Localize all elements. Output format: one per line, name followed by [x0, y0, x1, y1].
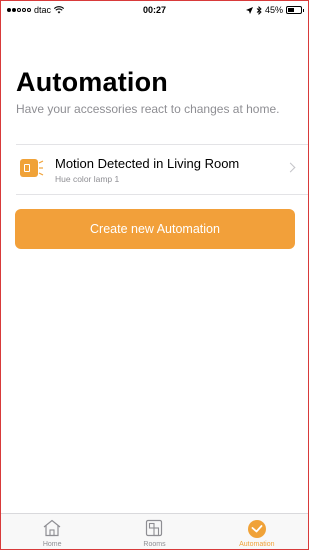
chevron-right-icon	[285, 162, 296, 173]
tab-home-label: Home	[42, 541, 62, 548]
location-arrow-icon	[245, 6, 253, 14]
tab-bar: Home Rooms Automation	[1, 513, 308, 549]
automation-title: Motion Detected in Living Room	[55, 156, 240, 171]
battery-icon	[286, 6, 304, 14]
tab-home[interactable]: Home	[7, 515, 97, 549]
list-divider-bottom	[16, 194, 308, 195]
status-bar: dtac 00:27 45%	[1, 1, 308, 19]
page-title: Automation	[16, 67, 168, 97]
lamp-icon	[20, 159, 38, 177]
create-automation-button[interactable]: Create new Automation	[15, 209, 295, 249]
status-right: 45%	[245, 5, 304, 15]
automation-icon	[247, 520, 266, 538]
wifi-icon	[54, 6, 65, 14]
page-subtitle: Have your accessories react to changes a…	[16, 102, 280, 116]
automation-row[interactable]: Motion Detected in Living Room Hue color…	[1, 144, 308, 194]
tab-automation-label: Automation	[239, 541, 275, 548]
house-icon	[43, 519, 61, 537]
bluetooth-icon	[256, 5, 262, 15]
tab-automation[interactable]: Automation	[212, 515, 302, 549]
signal-strength-icon	[7, 8, 31, 12]
clock: 00:27	[142, 5, 167, 15]
automation-subtitle: Hue color lamp 1	[55, 174, 120, 184]
tab-rooms[interactable]: Rooms	[109, 515, 199, 549]
battery-percent: 45%	[264, 5, 283, 15]
tab-rooms-label: Rooms	[143, 541, 166, 548]
light-rays-icon	[38, 160, 44, 176]
rooms-icon	[146, 519, 163, 537]
status-left: dtac	[7, 5, 65, 15]
carrier-name: dtac	[34, 5, 52, 15]
